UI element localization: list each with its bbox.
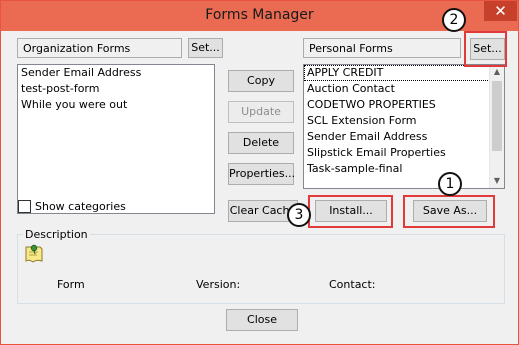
title-bar: Forms Manager ✕ (1, 1, 518, 31)
list-item[interactable]: While you were out (18, 97, 214, 113)
show-categories-label: Show categories (35, 200, 126, 213)
list-item[interactable]: APPLY CREDIT (304, 65, 490, 81)
personal-list-scrollbar[interactable]: ▲ ▼ (489, 65, 504, 188)
form-pin-icon (23, 243, 45, 265)
organization-set-button[interactable]: Set... (188, 38, 223, 58)
show-categories-checkbox[interactable] (18, 200, 31, 213)
close-button[interactable]: Close (226, 309, 298, 331)
contact-label: Contact: (329, 278, 376, 291)
properties-button[interactable]: Properties... (228, 163, 295, 185)
list-item[interactable]: test-post-form (18, 81, 214, 97)
callout-badge-1: 1 (438, 172, 462, 196)
description-title: Description (23, 228, 90, 241)
personal-forms-list[interactable]: APPLY CREDIT Auction Contact CODETWO PRO… (303, 64, 505, 189)
callout-badge-3: 3 (287, 203, 311, 227)
list-item[interactable]: SCL Extension Form (304, 113, 490, 129)
update-button[interactable]: Update (228, 101, 294, 123)
list-item[interactable]: Sender Email Address (304, 129, 490, 145)
organization-forms-label: Organization Forms (17, 38, 182, 58)
window-close-button[interactable]: ✕ (484, 1, 517, 21)
list-item[interactable]: Task-sample-final (304, 161, 490, 177)
form-label: Form (57, 278, 85, 291)
list-item[interactable]: CODETWO PROPERTIES (304, 97, 490, 113)
description-group (17, 234, 505, 304)
callout-box-install (308, 195, 393, 228)
dialog-client: Organization Forms Set... Sender Email A… (8, 8, 511, 338)
organization-forms-list[interactable]: Sender Email Address test-post-form Whil… (17, 64, 215, 214)
callout-box-save-as (403, 195, 495, 228)
list-item[interactable]: Auction Contact (304, 81, 490, 97)
version-label: Version: (196, 278, 241, 291)
list-item[interactable]: Sender Email Address (18, 65, 214, 81)
forms-manager-dialog: Forms Manager ✕ Organization Forms Set..… (0, 0, 519, 345)
callout-badge-2: 2 (442, 8, 466, 32)
scroll-up-arrow-icon[interactable]: ▲ (490, 65, 504, 79)
window-title: Forms Manager (205, 7, 314, 23)
list-item[interactable]: Slipstick Email Properties (304, 145, 490, 161)
copy-button[interactable]: Copy (228, 70, 294, 92)
callout-box-set (464, 31, 507, 67)
delete-button[interactable]: Delete (228, 132, 294, 154)
scroll-thumb[interactable] (492, 81, 502, 151)
personal-forms-label: Personal Forms (303, 38, 461, 58)
scroll-down-arrow-icon[interactable]: ▼ (490, 174, 504, 188)
